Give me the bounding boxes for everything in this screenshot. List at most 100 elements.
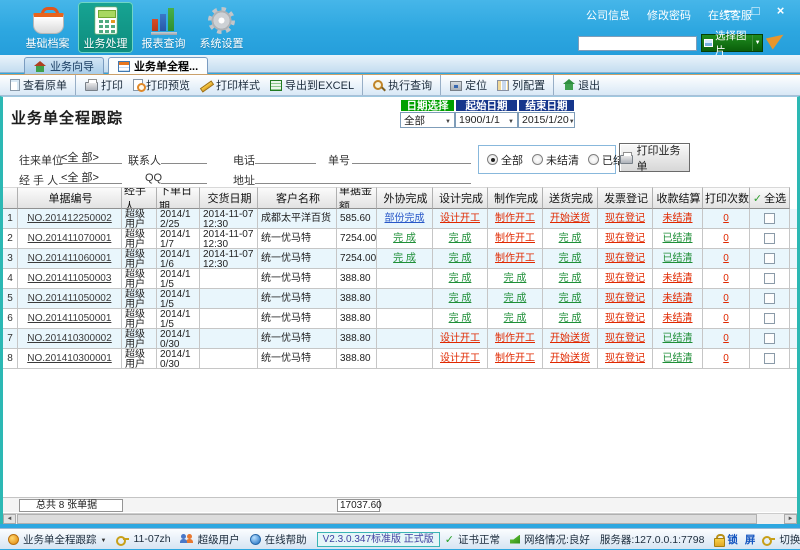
design-status-link[interactable]: 设计开工 bbox=[433, 209, 488, 228]
order-number-link[interactable]: NO.201410300002 bbox=[18, 329, 122, 348]
row-checkbox[interactable] bbox=[764, 233, 775, 244]
print-count-link[interactable]: 0 bbox=[703, 349, 750, 368]
outsource-status-link[interactable]: 部份完成 bbox=[377, 209, 433, 228]
invoice-status-link[interactable]: 现在登记 bbox=[598, 349, 653, 368]
nav-report-query[interactable]: 报表查询 bbox=[136, 2, 191, 53]
order-number-link[interactable]: NO.201411050003 bbox=[18, 269, 122, 288]
design-status-link[interactable]: 完 成 bbox=[433, 249, 488, 268]
design-status-link[interactable]: 设计开工 bbox=[433, 349, 488, 368]
nav-basic-archives[interactable]: 基础档案 bbox=[20, 2, 75, 53]
phone-field[interactable] bbox=[255, 149, 316, 164]
tab-business-wizard[interactable]: 业务向导 bbox=[24, 57, 104, 74]
row-checkbox[interactable] bbox=[764, 333, 775, 344]
column-header[interactable]: 打印次数 bbox=[703, 187, 750, 209]
statusbar-account[interactable]: 11-07zh bbox=[116, 533, 170, 545]
table-row[interactable]: 3 NO.201411060001 超级用户 2014/11/6 2014-11… bbox=[3, 249, 797, 269]
horizontal-scrollbar[interactable]: ◄ ► bbox=[3, 513, 797, 524]
payment-status-link[interactable]: 未结清 bbox=[653, 269, 703, 288]
column-header[interactable]: 经手人 bbox=[122, 187, 157, 209]
maximize-button[interactable]: □ bbox=[747, 3, 764, 19]
design-status-link[interactable]: 完 成 bbox=[433, 309, 488, 328]
end-date-select[interactable]: 2015/1/20 bbox=[518, 112, 575, 128]
print-count-link[interactable]: 0 bbox=[703, 329, 750, 348]
order-no-field[interactable] bbox=[352, 149, 471, 164]
delivery-status-link[interactable]: 开始送货 bbox=[543, 349, 598, 368]
make-status-link[interactable]: 制作开工 bbox=[488, 249, 543, 268]
payment-status-link[interactable]: 已结清 bbox=[653, 229, 703, 248]
nav-system-settings[interactable]: 系统设置 bbox=[194, 2, 249, 53]
table-row[interactable]: 5 NO.201411050002 超级用户 2014/11/5 统一优马特 3… bbox=[3, 289, 797, 309]
invoice-status-link[interactable]: 现在登记 bbox=[598, 209, 653, 228]
column-header[interactable]: 制作完成 bbox=[488, 187, 543, 209]
select-image-button[interactable]: 选择图片 bbox=[701, 34, 763, 52]
table-row[interactable]: 2 NO.201411070001 超级用户 2014/11/7 2014-11… bbox=[3, 229, 797, 249]
column-header[interactable]: 客户名称 bbox=[258, 187, 337, 209]
image-search-input[interactable] bbox=[578, 36, 697, 51]
row-checkbox[interactable] bbox=[764, 213, 775, 224]
make-status-link[interactable]: 完 成 bbox=[488, 289, 543, 308]
column-header[interactable] bbox=[3, 187, 18, 209]
column-header[interactable]: 设计完成 bbox=[433, 187, 488, 209]
change-password-link[interactable]: 修改密码 bbox=[647, 7, 691, 23]
locate-button[interactable]: 定位 bbox=[440, 75, 492, 95]
print-count-link[interactable]: 0 bbox=[703, 229, 750, 248]
tab-order-tracking[interactable]: 业务单全程... bbox=[108, 57, 208, 74]
payment-status-link[interactable]: 未结清 bbox=[653, 309, 703, 328]
make-status-link[interactable]: 制作开工 bbox=[488, 329, 543, 348]
delivery-status-link[interactable]: 完 成 bbox=[543, 269, 598, 288]
start-date-select[interactable]: 1900/1/1 bbox=[455, 112, 518, 128]
row-checkbox[interactable] bbox=[764, 313, 775, 324]
print-order-button[interactable]: 打印业务单 bbox=[619, 143, 690, 172]
statusbar-user[interactable]: 超级用户 bbox=[181, 532, 240, 547]
close-button[interactable]: × bbox=[772, 3, 789, 19]
minimize-button[interactable]: — bbox=[722, 3, 739, 19]
make-status-link[interactable]: 制作开工 bbox=[488, 209, 543, 228]
table-row[interactable]: 7 NO.201410300002 超级用户 2014/10/30 统一优马特 … bbox=[3, 329, 797, 349]
handler-field[interactable]: <全 部> bbox=[59, 169, 122, 184]
column-header[interactable]: 下单日期 bbox=[157, 187, 200, 209]
row-checkbox[interactable] bbox=[764, 353, 775, 364]
invoice-status-link[interactable]: 现在登记 bbox=[598, 229, 653, 248]
column-header[interactable]: 发票登记 bbox=[598, 187, 653, 209]
scroll-left-arrow[interactable]: ◄ bbox=[3, 514, 16, 524]
table-row[interactable]: 4 NO.201411050003 超级用户 2014/11/5 统一优马特 3… bbox=[3, 269, 797, 289]
column-header[interactable]: 外协完成 bbox=[377, 187, 433, 209]
delivery-status-link[interactable]: 完 成 bbox=[543, 229, 598, 248]
table-row[interactable]: 1 NO.201412250002 超级用户 2014/12/25 2014-1… bbox=[3, 209, 797, 229]
statusbar-online-help[interactable]: 在线帮助 bbox=[250, 532, 307, 547]
delivery-status-link[interactable]: 开始送货 bbox=[543, 329, 598, 348]
order-number-link[interactable]: NO.201410300001 bbox=[18, 349, 122, 368]
column-header[interactable]: 单据编号 bbox=[18, 187, 122, 209]
make-status-link[interactable]: 完 成 bbox=[488, 269, 543, 288]
column-config-button[interactable]: 列配置 bbox=[492, 75, 550, 95]
radio-unsettled[interactable]: 未结清 bbox=[532, 152, 579, 168]
print-count-link[interactable]: 0 bbox=[703, 309, 750, 328]
design-status-link[interactable]: 完 成 bbox=[433, 269, 488, 288]
delivery-status-link[interactable]: 完 成 bbox=[543, 289, 598, 308]
print-count-link[interactable]: 0 bbox=[703, 209, 750, 228]
nav-business-processing[interactable]: 业务处理 bbox=[78, 2, 133, 53]
payment-status-link[interactable]: 未结清 bbox=[653, 209, 703, 228]
switch-user-button[interactable]: 切换用户 bbox=[762, 532, 800, 547]
outsource-status-link[interactable] bbox=[377, 309, 433, 328]
client-field[interactable]: <全 部> bbox=[59, 149, 122, 164]
print-button[interactable]: 打印 bbox=[75, 75, 128, 95]
chevron-down-icon[interactable] bbox=[752, 35, 762, 51]
print-style-button[interactable]: 打印样式 bbox=[195, 75, 265, 95]
lock-screen-button[interactable]: 锁 屏 bbox=[714, 532, 757, 547]
order-number-link[interactable]: NO.201412250002 bbox=[18, 209, 122, 228]
outsource-status-link[interactable] bbox=[377, 289, 433, 308]
column-header[interactable]: 全选 bbox=[750, 187, 790, 209]
make-status-link[interactable]: 完 成 bbox=[488, 309, 543, 328]
outsource-status-link[interactable] bbox=[377, 349, 433, 368]
horn-icon[interactable] bbox=[766, 29, 787, 49]
address-field[interactable] bbox=[255, 169, 471, 184]
design-status-link[interactable]: 完 成 bbox=[433, 229, 488, 248]
table-row[interactable]: 6 NO.201411050001 超级用户 2014/11/5 统一优马特 3… bbox=[3, 309, 797, 329]
outsource-status-link[interactable]: 完 成 bbox=[377, 229, 433, 248]
delivery-status-link[interactable]: 完 成 bbox=[543, 249, 598, 268]
outsource-status-link[interactable]: 完 成 bbox=[377, 249, 433, 268]
execute-query-button[interactable]: 执行查询 bbox=[362, 75, 437, 95]
column-header[interactable]: 单据金额 bbox=[337, 187, 377, 209]
contact-field[interactable] bbox=[161, 149, 207, 164]
